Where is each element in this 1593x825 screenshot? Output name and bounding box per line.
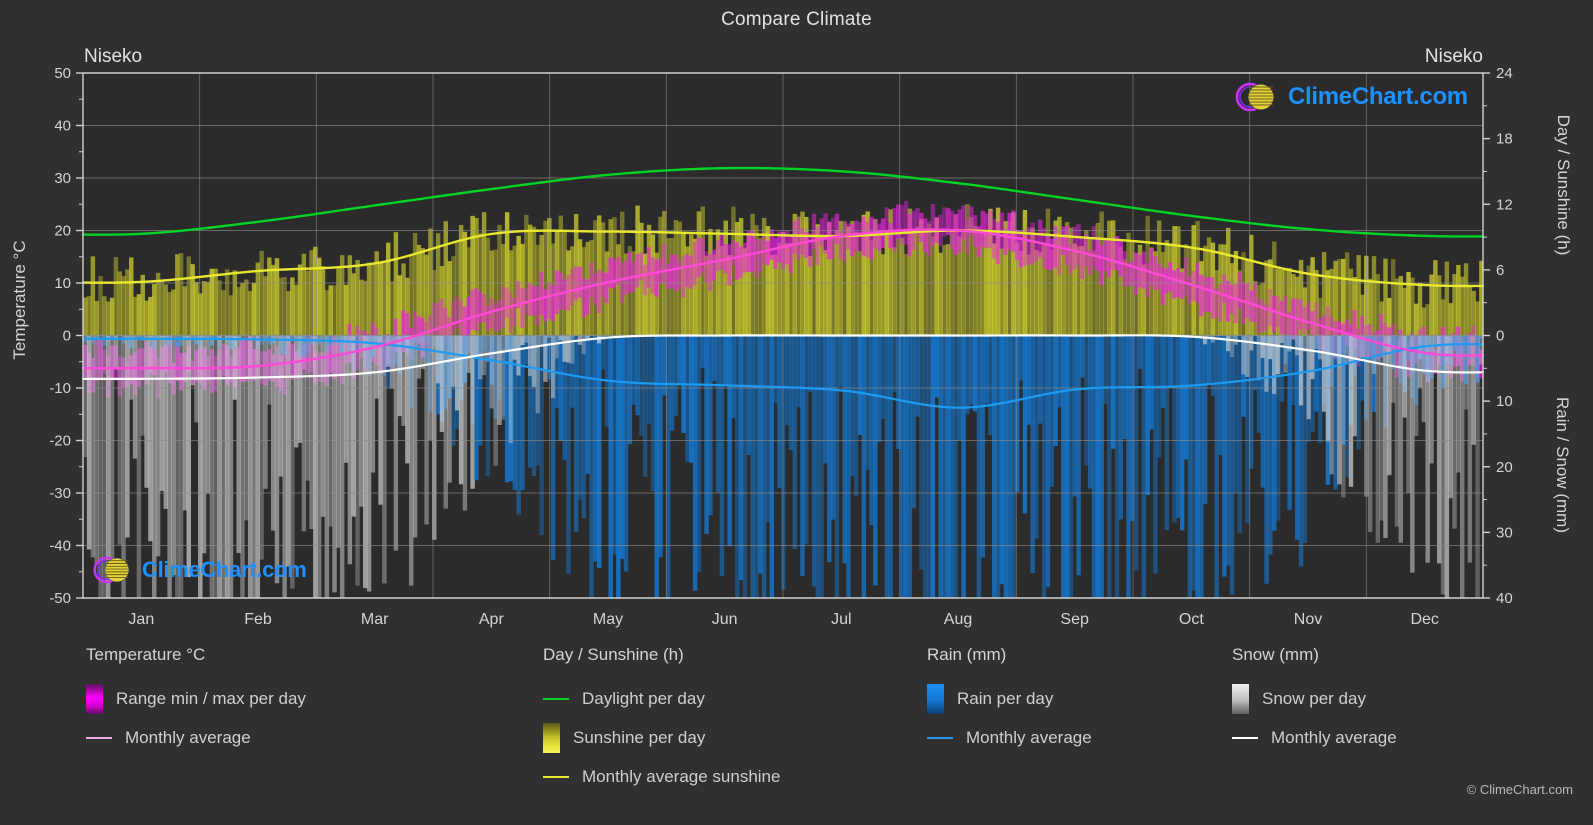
axis-tick-label: 20: [1496, 459, 1513, 476]
axis-tick-label: May: [593, 611, 623, 628]
axis-tick-label: 18: [1496, 131, 1513, 148]
legend-group-title: Day / Sunshine (h): [543, 645, 684, 664]
legend-item[interactable]: Daylight per day: [543, 679, 780, 718]
copyright-text: © ClimeChart.com: [1466, 782, 1573, 797]
legend-item[interactable]: Monthly average: [86, 718, 306, 757]
climechart-logo-icon: [1235, 82, 1274, 112]
legend-group-temperature-c: Temperature °C Range min / max per day Mon…: [86, 645, 306, 757]
watermark-bottom: ClimeChart.com: [90, 552, 307, 588]
legend-swatch-line: [543, 697, 569, 700]
y-axis-left-title: Temperature °C: [10, 240, 29, 360]
axis-tick-label: Jun: [712, 611, 738, 628]
legend-swatch-line: [1232, 736, 1258, 739]
axis-tick-label: Jan: [128, 611, 154, 628]
legend-item[interactable]: Snow per day: [1232, 679, 1397, 718]
legend-item-label: Monthly average: [125, 727, 251, 747]
legend-item[interactable]: Range min / max per day: [86, 679, 306, 718]
legend-swatch-line: [927, 736, 953, 739]
axis-tick-label: Jul: [831, 611, 851, 628]
axis-tick-label: 40: [54, 118, 71, 135]
axis-tick-label: Apr: [479, 611, 505, 628]
legend-item-label: Snow per day: [1262, 688, 1366, 708]
axis-tick-label: Dec: [1410, 611, 1438, 628]
climechart-logo-icon: [93, 556, 129, 584]
axis-tick-label: -40: [49, 538, 71, 555]
legend-item[interactable]: Monthly average: [1232, 718, 1397, 757]
axis-tick-label: Feb: [244, 611, 272, 628]
legend-item-label: Sunshine per day: [573, 727, 706, 747]
axis-tick-label: 24: [1496, 65, 1513, 82]
legend-group-day-sunshine-h: Day / Sunshine (h) Daylight per day Sunshi…: [543, 645, 780, 796]
legend-group-title: Rain (mm): [927, 645, 1007, 664]
chart-plot-area[interactable]: 50 40 30 20 10 0 -10 -20 -30 -40 -50 24 18 12 6 0 10 20 30…: [0, 0, 1593, 640]
legend-item[interactable]: Sunshine per day: [543, 718, 780, 757]
legend-swatch-line: [86, 736, 112, 739]
legend-item-label: Daylight per day: [582, 688, 705, 708]
axis-tick-label: Nov: [1294, 611, 1322, 628]
axis-tick-label: Oct: [1179, 611, 1204, 628]
legend-group-title: Temperature °C: [86, 645, 206, 664]
axis-tick-label: 0: [63, 328, 71, 345]
axis-tick-label: 6: [1496, 262, 1504, 279]
axis-tick-label: 30: [1496, 524, 1513, 541]
axis-tick-label: -10: [49, 380, 71, 397]
legend-item[interactable]: Monthly average sunshine: [543, 757, 780, 796]
legend-swatch-box: [927, 683, 944, 714]
legend-item-label: Monthly average: [1271, 727, 1397, 747]
climate-chart-page: Compare Climate Niseko Niseko 50 40 30 20 10…: [0, 0, 1593, 825]
legend-swatch-line: [543, 775, 569, 778]
legend-group-snow-mm: Snow (mm) Snow per day Monthly average: [1232, 645, 1397, 757]
axis-tick-label: -20: [49, 433, 71, 450]
watermark-text: ClimeChart.com: [142, 557, 307, 582]
axis-tick-label: 40: [1496, 590, 1513, 607]
axis-tick-label: 0: [1496, 328, 1504, 345]
axis-tick-label: Sep: [1060, 611, 1089, 628]
axis-tick-label: 10: [54, 275, 71, 292]
axis-tick-label: 20: [54, 223, 71, 240]
legend-item-label: Monthly average: [966, 727, 1092, 747]
axis-tick-label: 50: [54, 65, 71, 82]
legend-item-label: Monthly average sunshine: [582, 766, 781, 786]
legend-group-rain-mm: Rain (mm) Rain per day Monthly average: [927, 645, 1092, 757]
axis-tick-label: 10: [1496, 393, 1513, 410]
legend-swatch-box: [543, 722, 560, 753]
legend-item[interactable]: Monthly average: [927, 718, 1092, 757]
y-axis-right-top-title: Day / Sunshine (h): [1554, 114, 1573, 256]
axis-tick-label: Aug: [944, 611, 972, 628]
y-axis-right-bottom-title: Rain / Snow (mm): [1553, 396, 1572, 534]
axis-tick-label: -50: [49, 590, 71, 607]
axis-tick-label: 30: [54, 170, 71, 187]
axis-tick-label: -30: [49, 485, 71, 502]
axis-tick-label: Mar: [361, 611, 389, 628]
chart-legend: © ClimeChart.com Temperature °C Range min…: [0, 645, 1593, 825]
legend-group-title: Snow (mm): [1232, 645, 1319, 664]
legend-item-label: Rain per day: [957, 688, 1054, 708]
watermark-text: ClimeChart.com: [1288, 83, 1468, 110]
legend-item-label: Range min / max per day: [116, 688, 306, 708]
axis-tick-label: 12: [1496, 196, 1513, 213]
legend-item[interactable]: Rain per day: [927, 679, 1092, 718]
legend-swatch-box: [1232, 683, 1249, 714]
watermark-top: ClimeChart.com: [1232, 78, 1468, 116]
legend-swatch-box: [86, 683, 103, 714]
